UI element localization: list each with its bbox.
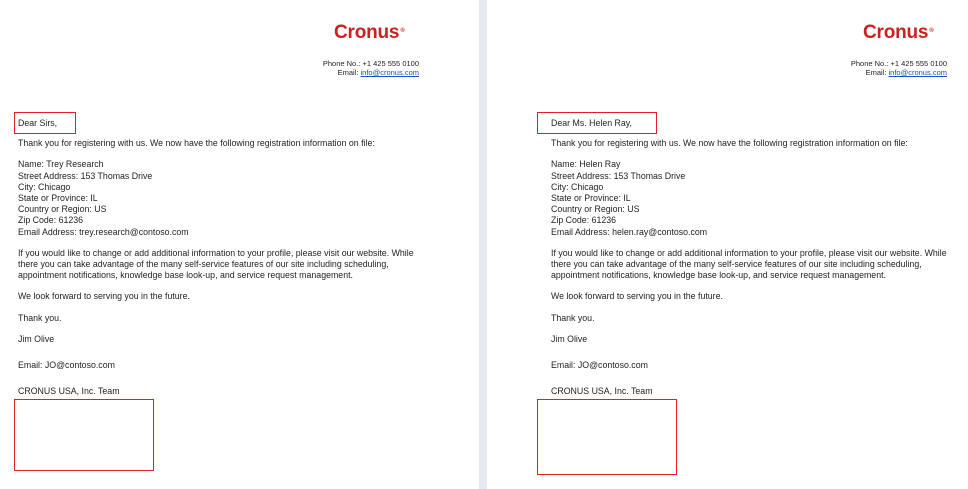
field-city: City: Chicago — [551, 181, 604, 192]
letter-body: Dear Ms. Helen Ray, Thank you for regist… — [551, 118, 961, 397]
signature-email: Email: JO@contoso.com — [551, 360, 648, 371]
letter-right: Cronus® Phone No.: +1 425 555 0100 Email… — [487, 0, 968, 489]
intro-text: Thank you for registering with us. We no… — [551, 138, 908, 149]
field-zip: Zip Code: 61236 — [18, 215, 84, 226]
salutation: Dear Sirs, — [18, 118, 58, 128]
signature-name: Jim Olive — [18, 333, 55, 344]
cronus-logo: Cronus® — [863, 22, 934, 43]
contact-block: Phone No.: +1 425 555 0100 Email: info@c… — [323, 59, 419, 77]
field-street: Street Address: 153 Thomas Drive — [18, 170, 153, 181]
signature-highlight — [537, 399, 677, 475]
closing-line: We look forward to serving you in the fu… — [18, 291, 190, 302]
field-name: Name: Trey Research — [18, 159, 104, 170]
phone-number: Phone No.: +1 425 555 0100 — [322, 59, 419, 68]
signature-highlight — [14, 399, 154, 471]
letter-left: Cronus® Phone No.: +1 425 555 0100 Email… — [0, 0, 470, 489]
email-link[interactable]: info@cronus.com — [889, 68, 947, 77]
cronus-logo: Cronus® — [334, 22, 405, 43]
info-paragraph: If you would like to change or add addit… — [551, 247, 947, 281]
info-paragraph: If you would like to change or add addit… — [18, 247, 414, 281]
field-state: State or Province: IL — [18, 193, 98, 204]
field-country: Country or Region: US — [18, 204, 107, 215]
email-line: Email: info@cronus.com — [865, 68, 947, 77]
thank-you: Thank you. — [18, 312, 62, 323]
phone-number: Phone No.: +1 425 555 0100 — [850, 59, 947, 68]
thank-you: Thank you. — [551, 312, 595, 323]
signature-team: CRONUS USA, Inc. Team — [18, 386, 120, 397]
page-divider — [479, 0, 487, 489]
salutation-highlight — [537, 112, 657, 134]
signature-name: Jim Olive — [551, 333, 588, 344]
registration-fields: Name: Trey Research Street Address: 153 … — [18, 159, 428, 237]
email-line: Email: info@cronus.com — [337, 68, 419, 77]
field-email: Email Address: helen.ray@contoso.com — [551, 226, 708, 237]
field-state: State or Province: IL — [551, 193, 631, 204]
email-link[interactable]: info@cronus.com — [361, 68, 419, 77]
contact-block: Phone No.: +1 425 555 0100 Email: info@c… — [851, 59, 947, 77]
field-email: Email Address: trey.research@contoso.com — [18, 226, 189, 237]
registration-fields: Name: Helen Ray Street Address: 153 Thom… — [551, 159, 961, 237]
signature-email: Email: JO@contoso.com — [18, 360, 115, 371]
letter-body: Dear Sirs, Thank you for registering wit… — [18, 118, 428, 397]
field-street: Street Address: 153 Thomas Drive — [551, 170, 686, 181]
intro-text: Thank you for registering with us. We no… — [18, 138, 375, 149]
closing-line: We look forward to serving you in the fu… — [551, 291, 723, 302]
signature-team: CRONUS USA, Inc. Team — [551, 386, 653, 397]
field-name: Name: Helen Ray — [551, 159, 621, 170]
salutation-highlight — [14, 112, 76, 134]
field-zip: Zip Code: 61236 — [551, 215, 617, 226]
field-country: Country or Region: US — [551, 204, 640, 215]
field-city: City: Chicago — [18, 181, 71, 192]
